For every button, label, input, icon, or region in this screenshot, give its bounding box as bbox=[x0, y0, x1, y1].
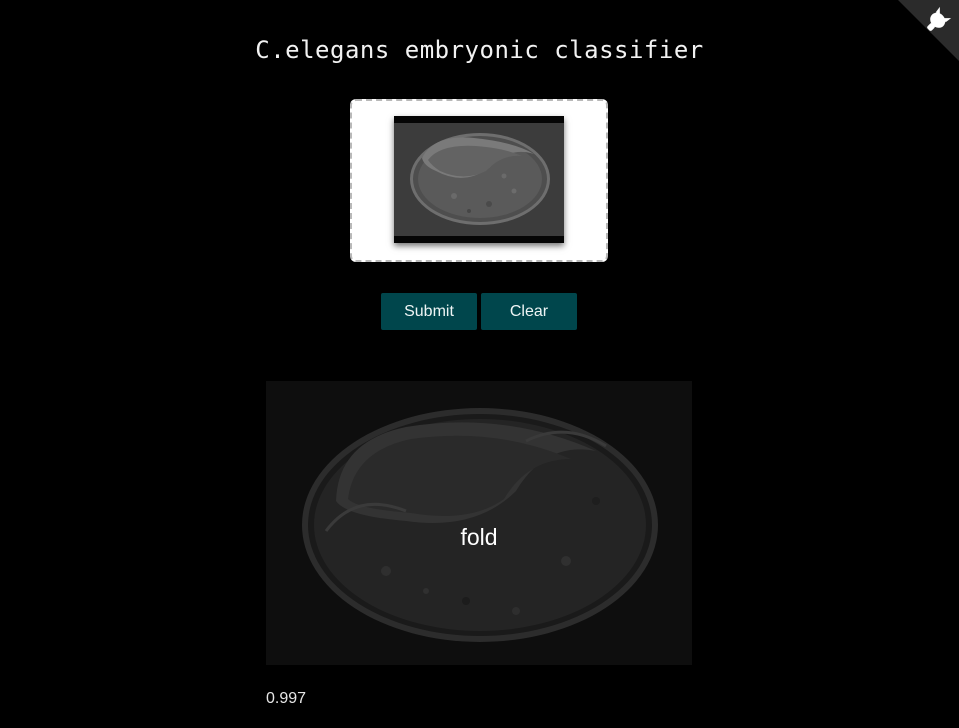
image-upload-dropzone[interactable] bbox=[350, 99, 608, 262]
confidence-score: 0.997 bbox=[266, 690, 307, 707]
result-image-panel: fold bbox=[266, 381, 692, 665]
page-title: C.elegans embryonic classifier bbox=[255, 36, 704, 64]
action-buttons: Submit Clear bbox=[381, 293, 577, 330]
embryo-thumbnail bbox=[394, 116, 564, 243]
submit-button[interactable]: Submit bbox=[381, 293, 477, 330]
prediction-label: fold bbox=[460, 524, 498, 550]
octocat-icon bbox=[898, 0, 959, 61]
github-corner-link[interactable] bbox=[898, 0, 959, 61]
clear-button[interactable]: Clear bbox=[481, 293, 577, 330]
